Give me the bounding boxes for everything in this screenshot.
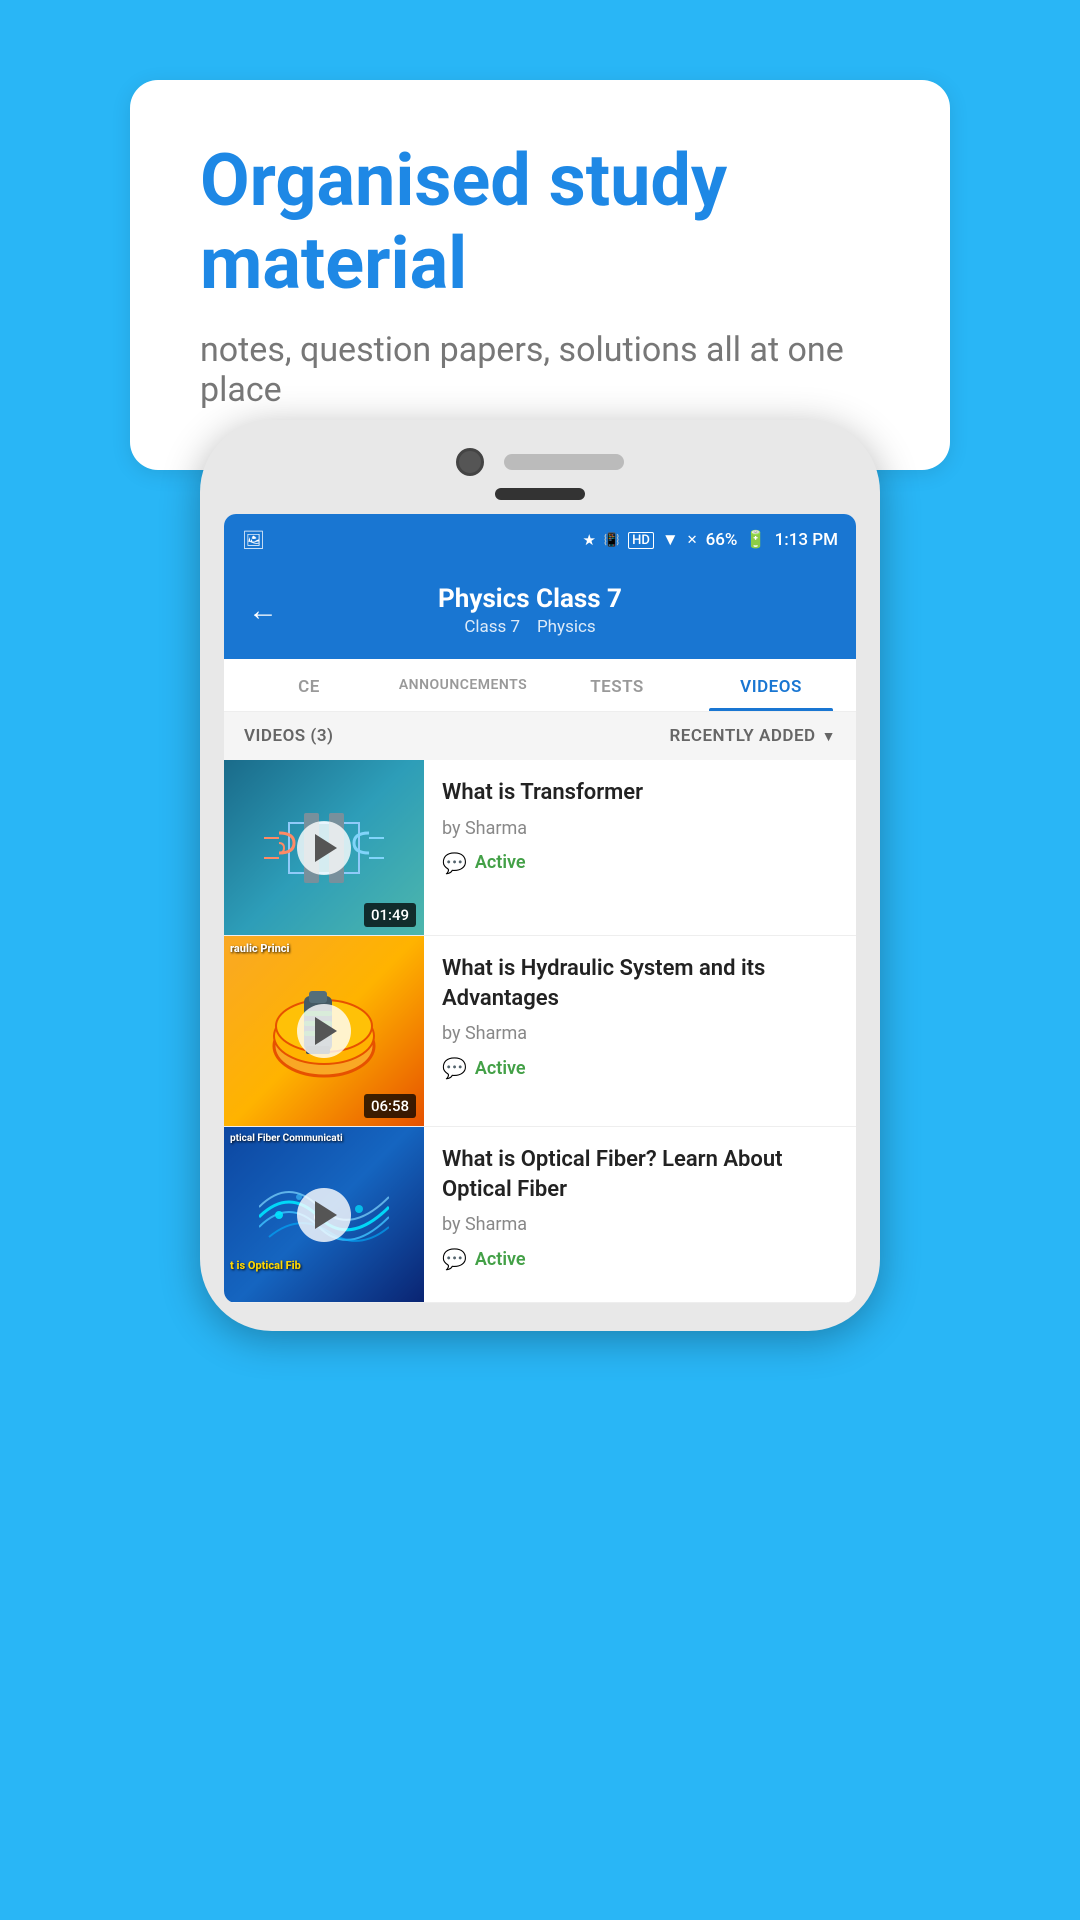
- top-section: Organised study material notes, question…: [0, 0, 1080, 470]
- header-title: Physics Class 7: [298, 584, 762, 614]
- video-item-transformer[interactable]: 01:49 What is Transformer by Sharma 💬 Ac…: [224, 760, 856, 936]
- tab-tests[interactable]: TESTS: [540, 659, 694, 711]
- battery-text: 66%: [706, 530, 738, 550]
- tab-videos[interactable]: VIDEOS: [694, 659, 848, 711]
- hd-badge: HD: [628, 532, 654, 549]
- video-item-hydraulic[interactable]: raulic Princi 06:58 What is Hydraulic Sy…: [224, 936, 856, 1127]
- phone-button: [495, 488, 585, 500]
- speech-bubble: Organised study material notes, question…: [130, 80, 950, 470]
- phone-top-bar: [224, 448, 856, 476]
- tab-announcements[interactable]: ANNOUNCEMENTS: [386, 659, 540, 711]
- video-status-1: 💬 Active: [442, 851, 838, 875]
- bluetooth-icon: ★: [582, 531, 595, 549]
- battery-icon: 🔋: [745, 530, 766, 550]
- video-author-3: by Sharma: [442, 1214, 838, 1235]
- bubble-title: Organised study material: [200, 140, 880, 306]
- signal-icon: ✕: [687, 533, 698, 548]
- header-subtitle: Class 7 Physics: [298, 617, 762, 637]
- optical-text-top: ptical Fiber Communicati: [230, 1133, 343, 1144]
- phone-screen: 🖼 ★ 📳 HD ▼ ✕ 66% 🔋 1:13 PM ←: [224, 514, 856, 1303]
- header-text: Physics Class 7 Class 7 Physics: [298, 584, 762, 637]
- video-info-hydraulic: What is Hydraulic System and its Advanta…: [424, 936, 856, 1098]
- video-title-1: What is Transformer: [442, 778, 838, 808]
- speaker: [504, 454, 624, 470]
- video-status-3: 💬 Active: [442, 1247, 838, 1271]
- videos-count: VIDEOS (3): [244, 726, 334, 746]
- sort-label: RECENTLY ADDED: [669, 726, 815, 746]
- video-status-2: 💬 Active: [442, 1056, 838, 1080]
- status-active-2: Active: [475, 1058, 526, 1079]
- video-title-3: What is Optical Fiber? Learn About Optic…: [442, 1145, 838, 1204]
- sort-button[interactable]: RECENTLY ADDED ▼: [669, 726, 836, 746]
- video-thumb-hydraulic: raulic Princi 06:58: [224, 936, 424, 1126]
- status-right: ★ 📳 HD ▼ ✕ 66% 🔋 1:13 PM: [582, 530, 838, 550]
- chat-icon-1: 💬: [442, 851, 467, 875]
- video-duration-2: 06:58: [364, 1094, 416, 1118]
- status-active-1: Active: [475, 852, 526, 873]
- video-duration-1: 01:49: [364, 903, 416, 927]
- header-class: Class 7: [464, 617, 520, 637]
- video-title-2: What is Hydraulic System and its Advanta…: [442, 954, 838, 1013]
- video-author-1: by Sharma: [442, 818, 838, 839]
- videos-header: VIDEOS (3) RECENTLY ADDED ▼: [224, 712, 856, 760]
- phone-mockup: 🖼 ★ 📳 HD ▼ ✕ 66% 🔋 1:13 PM ←: [200, 420, 880, 1331]
- vibrate-icon: 📳: [604, 533, 620, 548]
- camera: [456, 448, 484, 476]
- wifi-icon: ▼: [662, 530, 679, 550]
- bubble-subtitle: notes, question papers, solutions all at…: [200, 330, 880, 410]
- tabs-bar: CE ANNOUNCEMENTS TESTS VIDEOS: [224, 659, 856, 712]
- tab-ce[interactable]: CE: [232, 659, 386, 711]
- status-left: 🖼: [242, 530, 265, 551]
- header-subject: Physics: [537, 617, 596, 637]
- hydraulic-text-top: raulic Princi: [230, 942, 289, 955]
- phone-outer: 🖼 ★ 📳 HD ▼ ✕ 66% 🔋 1:13 PM ←: [200, 420, 880, 1331]
- photo-icon: 🖼: [242, 530, 265, 551]
- video-author-2: by Sharma: [442, 1023, 838, 1044]
- chat-icon-3: 💬: [442, 1247, 467, 1271]
- video-thumb-optical: ptical Fiber Communicati t is Optical Fi…: [224, 1127, 424, 1302]
- video-info-optical: What is Optical Fiber? Learn About Optic…: [424, 1127, 856, 1289]
- status-bar: 🖼 ★ 📳 HD ▼ ✕ 66% 🔋 1:13 PM: [224, 514, 856, 566]
- video-item-optical[interactable]: ptical Fiber Communicati t is Optical Fi…: [224, 1127, 856, 1303]
- app-header: ← Physics Class 7 Class 7 Physics: [224, 566, 856, 659]
- optical-text-bottom: t is Optical Fib: [230, 1259, 301, 1272]
- chat-icon-2: 💬: [442, 1056, 467, 1080]
- video-thumb-transformer: 01:49: [224, 760, 424, 935]
- back-button[interactable]: ←: [248, 593, 278, 628]
- sort-chevron: ▼: [822, 728, 836, 745]
- video-info-transformer: What is Transformer by Sharma 💬 Active: [424, 760, 856, 893]
- time-display: 1:13 PM: [775, 530, 838, 550]
- status-active-3: Active: [475, 1249, 526, 1270]
